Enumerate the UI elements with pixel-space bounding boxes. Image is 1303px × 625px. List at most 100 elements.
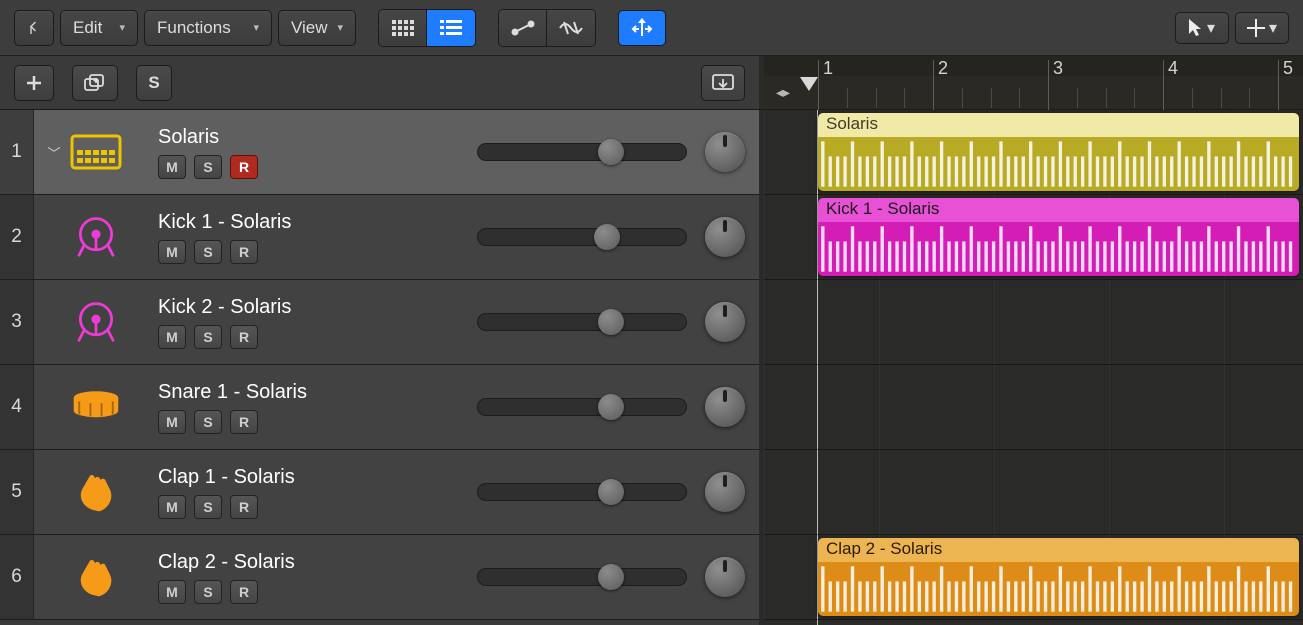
- mute-button[interactable]: M: [158, 240, 186, 264]
- track-icon-wrap: [34, 280, 158, 364]
- list-icon: [440, 20, 462, 36]
- automation-flex-toggle: [498, 9, 596, 47]
- track-body: Kick 1 - Solaris MSR: [158, 195, 477, 279]
- clap-icon: [70, 471, 122, 513]
- marquee-tool[interactable]: ▾: [1235, 12, 1289, 44]
- arrange-lane[interactable]: Solaris: [764, 110, 1303, 195]
- track-number[interactable]: 4: [0, 365, 34, 449]
- timeline-ruler[interactable]: ◂▸ 12345: [764, 56, 1303, 109]
- track-row[interactable]: 4 Snare 1 - Solaris MSR: [0, 365, 759, 450]
- catch-playhead-button[interactable]: [618, 10, 666, 46]
- volume-slider[interactable]: [477, 568, 687, 586]
- record-button[interactable]: R: [230, 240, 258, 264]
- track-number[interactable]: 5: [0, 450, 34, 534]
- track-number[interactable]: 6: [0, 535, 34, 619]
- pan-knob[interactable]: [705, 217, 745, 257]
- volume-slider[interactable]: [477, 398, 687, 416]
- track-controls: [477, 195, 759, 279]
- region[interactable]: Solaris: [818, 113, 1299, 191]
- bar-label: 4: [1168, 58, 1178, 79]
- add-track-button[interactable]: [14, 65, 54, 101]
- region-content: [818, 562, 1299, 616]
- view-menu[interactable]: View ▾: [278, 10, 356, 46]
- track-body: Clap 1 - Solaris MSR: [158, 450, 477, 534]
- track-controls: [477, 110, 759, 194]
- track-number[interactable]: 2: [0, 195, 34, 279]
- chevron-down-icon: ▾: [1269, 18, 1277, 38]
- region-name: Clap 2 - Solaris: [818, 538, 1299, 562]
- mute-button[interactable]: M: [158, 325, 186, 349]
- arrange-lane[interactable]: Clap 2 - Solaris: [764, 535, 1303, 620]
- solo-button[interactable]: S: [194, 495, 222, 519]
- arrange-lane[interactable]: [764, 280, 1303, 365]
- pointer-tool[interactable]: ▾: [1175, 12, 1229, 44]
- solo-button[interactable]: S: [194, 580, 222, 604]
- global-solo-button[interactable]: S: [136, 65, 172, 101]
- track-icon-wrap: ﹀: [34, 110, 158, 194]
- list-view-button[interactable]: [427, 10, 475, 46]
- track-row[interactable]: 5 Clap 1 - Solaris MSR: [0, 450, 759, 535]
- solo-button[interactable]: S: [194, 155, 222, 179]
- link-button[interactable]: [14, 10, 54, 46]
- track-name[interactable]: Kick 1 - Solaris: [158, 211, 477, 234]
- automation-icon: [510, 20, 536, 36]
- track-row[interactable]: 1 ﹀ Solaris MSR: [0, 110, 759, 195]
- region-name: Kick 1 - Solaris: [818, 198, 1299, 222]
- grid-view-button[interactable]: [379, 10, 427, 46]
- import-button[interactable]: [701, 65, 745, 101]
- functions-menu[interactable]: Functions ▾: [144, 10, 272, 46]
- track-number[interactable]: 1: [0, 110, 34, 194]
- clap-icon: [70, 556, 122, 598]
- functions-label: Functions: [157, 18, 231, 38]
- record-button[interactable]: R: [230, 580, 258, 604]
- mute-button[interactable]: M: [158, 155, 186, 179]
- arrange-area[interactable]: Solaris Kick 1 - Solaris Clap 2 - Solaris: [759, 110, 1303, 625]
- mute-button[interactable]: M: [158, 580, 186, 604]
- bar-label: 5: [1283, 58, 1293, 79]
- track-name[interactable]: Kick 2 - Solaris: [158, 296, 477, 319]
- record-button[interactable]: R: [230, 325, 258, 349]
- duplicate-track-button[interactable]: [72, 65, 118, 101]
- region[interactable]: Kick 1 - Solaris: [818, 198, 1299, 276]
- arrange-lane[interactable]: Kick 1 - Solaris: [764, 195, 1303, 280]
- record-button[interactable]: R: [230, 410, 258, 434]
- track-name[interactable]: Snare 1 - Solaris: [158, 381, 477, 404]
- track-controls: [477, 535, 759, 619]
- volume-slider[interactable]: [477, 313, 687, 331]
- volume-slider[interactable]: [477, 483, 687, 501]
- solo-label: S: [148, 73, 159, 93]
- track-number[interactable]: 3: [0, 280, 34, 364]
- solo-button[interactable]: S: [194, 240, 222, 264]
- track-row[interactable]: 2 Kick 1 - Solaris MSR: [0, 195, 759, 280]
- snare-icon: [70, 386, 122, 428]
- pan-knob[interactable]: [705, 387, 745, 427]
- track-body: Solaris MSR: [158, 110, 477, 194]
- arrange-lane[interactable]: [764, 450, 1303, 535]
- solo-button[interactable]: S: [194, 410, 222, 434]
- region[interactable]: Clap 2 - Solaris: [818, 538, 1299, 616]
- pan-knob[interactable]: [705, 302, 745, 342]
- disclosure-toggle[interactable]: ﹀: [44, 142, 64, 162]
- pan-knob[interactable]: [705, 472, 745, 512]
- track-name[interactable]: Solaris: [158, 126, 477, 149]
- pan-knob[interactable]: [705, 557, 745, 597]
- mute-button[interactable]: M: [158, 410, 186, 434]
- record-button[interactable]: R: [230, 155, 258, 179]
- track-name[interactable]: Clap 2 - Solaris: [158, 551, 477, 574]
- pan-knob[interactable]: [705, 132, 745, 172]
- arrange-lane[interactable]: [764, 365, 1303, 450]
- track-name[interactable]: Clap 1 - Solaris: [158, 466, 477, 489]
- solo-button[interactable]: S: [194, 325, 222, 349]
- automation-button[interactable]: [499, 10, 547, 46]
- volume-slider[interactable]: [477, 143, 687, 161]
- mute-button[interactable]: M: [158, 495, 186, 519]
- edit-menu[interactable]: Edit ▾: [60, 10, 138, 46]
- track-row[interactable]: 6 Clap 2 - Solaris MSR: [0, 535, 759, 620]
- track-row[interactable]: 3 Kick 2 - Solaris MSR: [0, 280, 759, 365]
- flex-button[interactable]: [547, 10, 595, 46]
- volume-slider[interactable]: [477, 228, 687, 246]
- record-button[interactable]: R: [230, 495, 258, 519]
- playhead[interactable]: [800, 77, 818, 107]
- bar-label: 1: [823, 58, 833, 79]
- track-controls: [477, 280, 759, 364]
